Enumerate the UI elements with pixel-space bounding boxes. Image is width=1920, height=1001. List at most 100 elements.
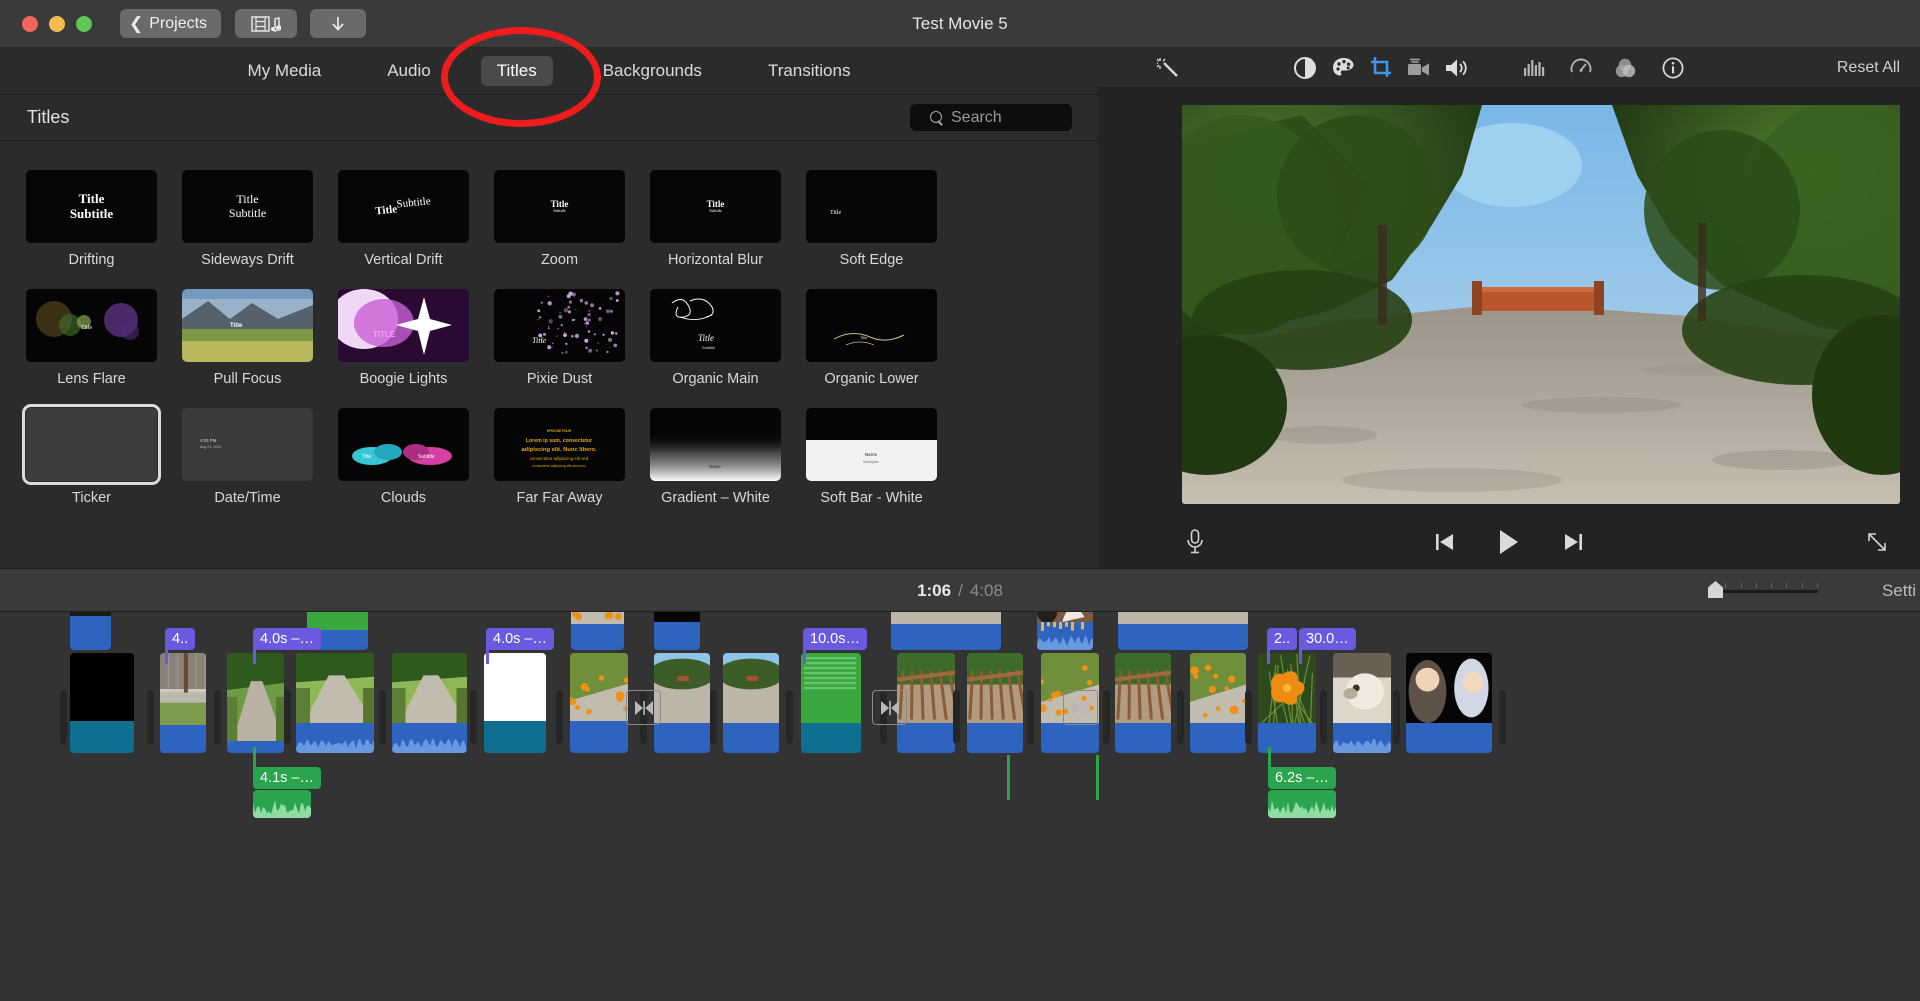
title-item[interactable]: Title Subtitle Zoom <box>494 170 650 289</box>
info-button[interactable] <box>1656 52 1690 84</box>
title-clip-badge[interactable]: 10.0s… <box>803 628 867 650</box>
clip-audio-strip[interactable] <box>1115 723 1171 753</box>
clip-trim-handle[interactable] <box>786 690 793 744</box>
title-clip-badge[interactable]: 2.. <box>1267 628 1297 650</box>
title-item[interactable]: Title Subtitle Drifting <box>26 170 182 289</box>
title-thumbnail[interactable]: Name Description <box>806 408 937 481</box>
title-item[interactable]: Title Pull Focus <box>182 289 338 408</box>
detached-audio-clip[interactable] <box>253 790 311 818</box>
clip-audio-strip[interactable] <box>1118 624 1248 650</box>
title-item[interactable]: EPISODE FOUR Lorem ip sum, consectetur a… <box>494 408 650 527</box>
title-item[interactable]: Title Subtitle Clouds <box>338 408 494 527</box>
timeline-clip[interactable] <box>227 653 284 753</box>
title-item[interactable]: Name Description Soft Bar - White <box>806 408 962 527</box>
stabilization-button[interactable] <box>1402 52 1436 84</box>
minimize-window-button[interactable] <box>49 16 65 32</box>
timeline-transition-icon[interactable] <box>872 690 907 725</box>
title-thumbnail[interactable]: TitleSubtitle <box>182 170 313 243</box>
timeline-clip[interactable] <box>296 653 374 753</box>
clip-trim-handle[interactable] <box>953 690 960 744</box>
title-item[interactable]: Title Subtitle Sideways Drift <box>182 170 338 289</box>
title-thumbnail[interactable]: Title <box>494 289 625 362</box>
clip-audio-strip[interactable] <box>70 721 134 753</box>
timeline-connected-clip[interactable] <box>1037 612 1093 650</box>
play-button[interactable] <box>1492 526 1526 558</box>
timeline-clip[interactable] <box>392 653 467 753</box>
clip-audio-strip[interactable] <box>392 723 467 753</box>
import-media-button[interactable] <box>235 9 297 38</box>
clip-audio-strip[interactable] <box>801 723 861 753</box>
title-thumbnail[interactable]: TitleSubtitle <box>26 170 157 243</box>
audio-clip-badge[interactable]: 6.2s –… <box>1268 767 1336 789</box>
timeline-clip[interactable] <box>1258 653 1316 753</box>
title-thumbnail[interactable]: TitleSubtitle <box>650 170 781 243</box>
clip-trim-handle[interactable] <box>1320 690 1327 744</box>
clip-trim-handle[interactable] <box>1103 690 1110 744</box>
clip-trim-handle[interactable] <box>470 690 477 744</box>
timeline-clip[interactable] <box>654 653 710 753</box>
settings-button[interactable]: Setti <box>1882 581 1916 601</box>
clip-trim-handle[interactable] <box>147 690 154 744</box>
title-thumbnail[interactable]: TITLE <box>338 289 469 362</box>
timeline-clip[interactable] <box>1333 653 1391 753</box>
clip-audio-strip[interactable] <box>967 723 1023 753</box>
reset-all-button[interactable]: Reset All <box>1837 59 1900 77</box>
title-item[interactable]: Title Subtitle Organic Main <box>650 289 806 408</box>
skip-previous-button[interactable] <box>1428 526 1462 558</box>
timeline-clip[interactable] <box>1190 653 1246 753</box>
clip-trim-handle[interactable] <box>1245 690 1252 744</box>
maximize-window-button[interactable] <box>76 16 92 32</box>
timeline-transition-icon[interactable] <box>626 690 661 725</box>
tab-transitions[interactable]: Transitions <box>752 56 867 86</box>
title-item[interactable]: Title Lens Flare <box>26 289 182 408</box>
clip-trim-handle[interactable] <box>60 690 67 744</box>
close-window-button[interactable] <box>22 16 38 32</box>
timeline-clip[interactable] <box>484 653 546 753</box>
clip-audio-strip[interactable] <box>70 616 111 650</box>
volume-button[interactable] <box>1440 52 1474 84</box>
title-thumbnail[interactable]: Title Subtitle <box>650 289 781 362</box>
title-item[interactable]: Title Pixie Dust <box>494 289 650 408</box>
title-thumbnail[interactable]: Title <box>806 170 937 243</box>
clip-trim-handle[interactable] <box>556 690 563 744</box>
timeline-clip[interactable] <box>570 653 628 753</box>
title-item[interactable]: 4:05 PM Aug 23, 2019 Date/Time <box>182 408 338 527</box>
title-clip-badge[interactable]: 4.0s –… <box>253 628 321 650</box>
title-thumbnail[interactable] <box>26 408 157 481</box>
title-item[interactable]: Title Subtitle Horizontal Blur <box>650 170 806 289</box>
clip-trim-handle[interactable] <box>1393 690 1400 744</box>
clip-audio-strip[interactable] <box>1333 723 1391 753</box>
clip-audio-strip[interactable] <box>1190 723 1246 753</box>
title-item[interactable]: Title Organic Lower <box>806 289 962 408</box>
clip-audio-strip[interactable] <box>570 721 628 753</box>
audio-clip-badge[interactable]: 4.1s –… <box>253 767 321 789</box>
clip-audio-strip[interactable] <box>897 723 955 753</box>
clip-audio-strip[interactable] <box>1406 723 1492 753</box>
color-balance-button[interactable] <box>1288 52 1322 84</box>
clip-audio-strip[interactable] <box>571 624 624 650</box>
clip-trim-handle[interactable] <box>710 690 717 744</box>
speed-button[interactable] <box>1564 52 1598 84</box>
tab-my-media[interactable]: My Media <box>232 56 338 86</box>
clip-audio-strip[interactable] <box>484 721 546 753</box>
projects-back-button[interactable]: ❮ Projects <box>120 9 221 38</box>
title-thumbnail[interactable]: Title Subtitle <box>338 408 469 481</box>
tab-audio[interactable]: Audio <box>371 56 446 86</box>
timeline-connected-clip[interactable] <box>654 612 700 650</box>
title-item[interactable]: Ticker <box>26 408 182 527</box>
clip-trim-handle[interactable] <box>1027 690 1034 744</box>
video-preview[interactable] <box>1182 105 1900 504</box>
clip-trim-handle[interactable] <box>1177 690 1184 744</box>
clip-trim-handle[interactable] <box>214 690 221 744</box>
color-correction-button[interactable] <box>1326 52 1360 84</box>
clip-trim-handle[interactable] <box>284 690 291 744</box>
timeline-connected-clip[interactable] <box>70 612 111 650</box>
titles-grid-scroll[interactable]: Title Subtitle Drifting Title Subtitle Side… <box>0 142 1098 618</box>
title-clip-badge[interactable]: 4.. <box>165 628 195 650</box>
title-thumbnail[interactable]: EPISODE FOUR Lorem ip sum, consectetur a… <box>494 408 625 481</box>
download-media-button[interactable] <box>310 9 366 38</box>
detached-audio-clip[interactable] <box>1268 790 1336 818</box>
title-thumbnail[interactable]: Name <box>650 408 781 481</box>
clip-audio-strip[interactable] <box>891 624 1001 650</box>
title-item[interactable]: Title Soft Edge <box>806 170 962 289</box>
